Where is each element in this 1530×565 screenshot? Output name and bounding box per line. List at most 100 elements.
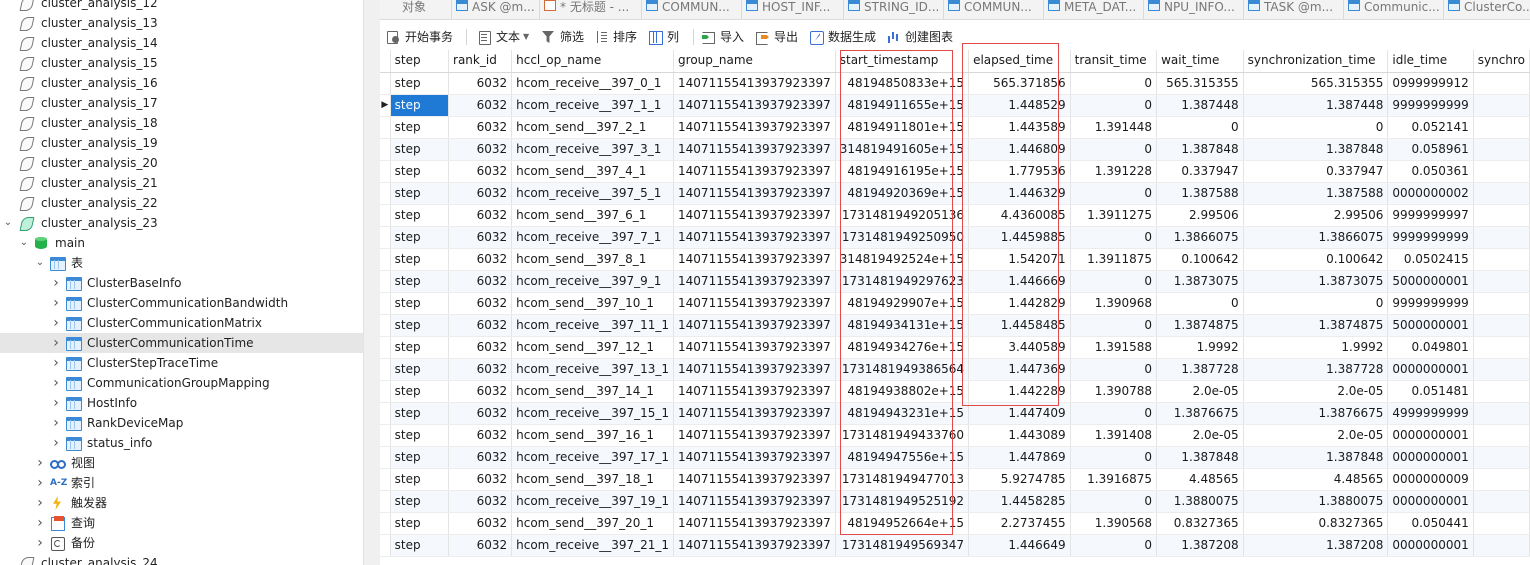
column-header[interactable]: idle_time bbox=[1387, 50, 1474, 73]
table-cell-rank-id[interactable]: 6032 bbox=[448, 204, 513, 227]
table-cell-transit-time[interactable]: 0 bbox=[1070, 534, 1158, 557]
table-cell-wait-time[interactable]: 1.387848 bbox=[1156, 138, 1244, 161]
table-cell-group-name[interactable]: 14071155413937923397 bbox=[673, 292, 836, 315]
tree-item[interactable]: › ClusterCommunicationMatrix bbox=[0, 313, 363, 333]
tree-item[interactable]: › RankDeviceMap bbox=[0, 413, 363, 433]
table-cell-idle-time[interactable]: 0000000001 bbox=[1387, 446, 1474, 469]
table-cell-synchronization-time[interactable]: 4.48565 bbox=[1243, 468, 1389, 491]
table-cell-step[interactable]: step bbox=[390, 446, 450, 469]
table-cell-wait-time[interactable]: 1.3874875 bbox=[1156, 314, 1244, 337]
table-cell-wait-time[interactable]: 4.48565 bbox=[1156, 468, 1244, 491]
column-header[interactable]: elapsed_time bbox=[968, 50, 1071, 73]
table-cell-wait-time[interactable]: 0.100642 bbox=[1156, 248, 1244, 271]
table-cell-hccl-op-name[interactable]: hcom_receive__397_15_1 bbox=[511, 402, 675, 425]
table-cell-synchro[interactable] bbox=[1473, 204, 1530, 227]
tree-item[interactable]: › ClusterCommunicationTime bbox=[0, 333, 363, 353]
tab-document[interactable]: COMMUN... bbox=[944, 0, 1044, 19]
table-cell-synchro[interactable] bbox=[1473, 226, 1530, 249]
table-cell-synchronization-time[interactable]: 0.100642 bbox=[1243, 248, 1389, 271]
tree-item[interactable]: cluster_analysis_24 bbox=[0, 553, 363, 565]
table-cell-rank-id[interactable]: 6032 bbox=[448, 182, 513, 205]
table-cell-wait-time[interactable]: 0 bbox=[1156, 292, 1244, 315]
table-cell-idle-time[interactable]: 0.0502415 bbox=[1387, 248, 1474, 271]
row-header[interactable] bbox=[380, 468, 391, 491]
table-cell-synchronization-time[interactable]: 0.337947 bbox=[1243, 160, 1389, 183]
tree-item[interactable]: ⌄ 表 bbox=[0, 253, 363, 273]
table-row[interactable]: step 6032 hcom_send__397_18_1 1407115541393… bbox=[380, 468, 1530, 491]
table-cell-group-name[interactable]: 14071155413937923397 bbox=[673, 512, 836, 535]
row-header[interactable] bbox=[380, 402, 391, 425]
table-cell-hccl-op-name[interactable]: hcom_send__397_2_1 bbox=[511, 116, 675, 139]
table-row[interactable]: step 6032 hcom_receive__397_5_1 14071155413… bbox=[380, 182, 1530, 205]
table-cell-step[interactable]: step bbox=[390, 358, 450, 381]
table-cell-hccl-op-name[interactable]: hcom_receive__397_19_1 bbox=[511, 490, 675, 513]
chevron-right-icon[interactable]: › bbox=[50, 433, 62, 453]
table-cell-elapsed-time[interactable]: 1.446649 bbox=[968, 534, 1071, 557]
table-cell-transit-time[interactable]: 0 bbox=[1070, 226, 1158, 249]
tree-item[interactable]: › 触发器 bbox=[0, 493, 363, 513]
tab-document[interactable]: * 无标题 - ... bbox=[540, 0, 642, 19]
row-header[interactable] bbox=[380, 490, 391, 513]
table-cell-idle-time[interactable]: 0.051481 bbox=[1387, 380, 1474, 403]
table-cell-group-name[interactable]: 14071155413937923397 bbox=[673, 248, 836, 271]
row-header[interactable] bbox=[380, 138, 391, 161]
chevron-right-icon[interactable]: › bbox=[34, 533, 46, 553]
table-cell-step[interactable]: step bbox=[390, 116, 450, 139]
chevron-right-icon[interactable]: › bbox=[34, 473, 46, 493]
table-cell-rank-id[interactable]: 6032 bbox=[448, 534, 513, 557]
table-cell-wait-time[interactable]: 1.387588 bbox=[1156, 182, 1244, 205]
table-cell-hccl-op-name[interactable]: hcom_receive__397_13_1 bbox=[511, 358, 675, 381]
table-cell-idle-time[interactable]: 0.050361 bbox=[1387, 160, 1474, 183]
table-cell-transit-time[interactable]: 1.391588 bbox=[1070, 336, 1158, 359]
row-header[interactable] bbox=[380, 270, 391, 293]
table-cell-idle-time[interactable]: 0000000002 bbox=[1387, 182, 1474, 205]
table-cell-synchronization-time[interactable]: 1.3866075 bbox=[1243, 226, 1389, 249]
table-cell-start-timestamp[interactable]: 48194943231e+15 bbox=[835, 402, 970, 425]
tree-item[interactable]: › ClusterStepTraceTime bbox=[0, 353, 363, 373]
tab-document[interactable]: NPU_INFO... bbox=[1144, 0, 1244, 19]
tree-item[interactable]: cluster_analysis_17 bbox=[0, 93, 363, 113]
table-cell-start-timestamp[interactable]: 48194938802e+15 bbox=[835, 380, 970, 403]
table-cell-transit-time[interactable]: 1.390568 bbox=[1070, 512, 1158, 535]
table-cell-start-timestamp[interactable]: 48194850833e+15 bbox=[835, 72, 970, 95]
table-cell-hccl-op-name[interactable]: hcom_receive__397_11_1 bbox=[511, 314, 675, 337]
table-cell-step[interactable]: step bbox=[390, 424, 450, 447]
chevron-right-icon[interactable]: › bbox=[50, 393, 62, 413]
table-cell-synchronization-time[interactable]: 2.0e-05 bbox=[1243, 424, 1389, 447]
table-cell-rank-id[interactable]: 6032 bbox=[448, 116, 513, 139]
table-row[interactable]: step 6032 hcom_send__397_10_1 1407115541393… bbox=[380, 292, 1530, 315]
table-cell-synchronization-time[interactable]: 1.387448 bbox=[1243, 94, 1389, 117]
table-cell-idle-time[interactable]: 9999999999 bbox=[1387, 292, 1474, 315]
table-cell-elapsed-time[interactable]: 1.442289 bbox=[968, 380, 1071, 403]
table-cell-synchronization-time[interactable]: 0.8327365 bbox=[1243, 512, 1389, 535]
chevron-right-icon[interactable]: › bbox=[50, 273, 62, 293]
table-cell-hccl-op-name[interactable]: hcom_send__397_18_1 bbox=[511, 468, 675, 491]
tab-document[interactable]: ClusterCo... bbox=[1444, 0, 1530, 19]
row-header[interactable] bbox=[380, 446, 391, 469]
table-row[interactable]: step 6032 hcom_receive__397_21_1 1407115541… bbox=[380, 534, 1530, 557]
table-cell-elapsed-time[interactable]: 1.542071 bbox=[968, 248, 1071, 271]
table-cell-wait-time[interactable]: 1.387848 bbox=[1156, 446, 1244, 469]
table-cell-hccl-op-name[interactable]: hcom_send__397_10_1 bbox=[511, 292, 675, 315]
table-cell-synchronization-time[interactable]: 1.387588 bbox=[1243, 182, 1389, 205]
table-cell-step[interactable]: step bbox=[390, 534, 450, 557]
table-cell-rank-id[interactable]: 6032 bbox=[448, 380, 513, 403]
column-header[interactable]: rank_id bbox=[448, 50, 513, 73]
table-cell-start-timestamp[interactable]: 48194934131e+15 bbox=[835, 314, 970, 337]
table-cell-wait-time[interactable]: 565.315355 bbox=[1156, 72, 1244, 95]
table-cell-synchro[interactable] bbox=[1473, 116, 1530, 139]
table-cell-synchro[interactable] bbox=[1473, 248, 1530, 271]
column-header[interactable]: step bbox=[390, 50, 450, 73]
table-cell-transit-time[interactable]: 1.390788 bbox=[1070, 380, 1158, 403]
tree-item[interactable]: › ClusterBaseInfo bbox=[0, 273, 363, 293]
table-cell-synchronization-time[interactable]: 1.3873075 bbox=[1243, 270, 1389, 293]
tree-item[interactable]: › ClusterCommunicationBandwidth bbox=[0, 293, 363, 313]
row-header[interactable] bbox=[380, 248, 391, 271]
table-cell-idle-time[interactable]: 0000000001 bbox=[1387, 534, 1474, 557]
tree-item[interactable]: › status_info bbox=[0, 433, 363, 453]
table-cell-start-timestamp[interactable]: 1731481949477013 bbox=[835, 468, 970, 491]
table-cell-synchronization-time[interactable]: 0 bbox=[1243, 116, 1389, 139]
table-cell-elapsed-time[interactable]: 1.4458485 bbox=[968, 314, 1071, 337]
table-cell-step[interactable]: step bbox=[390, 468, 450, 491]
tree-item[interactable]: cluster_analysis_20 bbox=[0, 153, 363, 173]
